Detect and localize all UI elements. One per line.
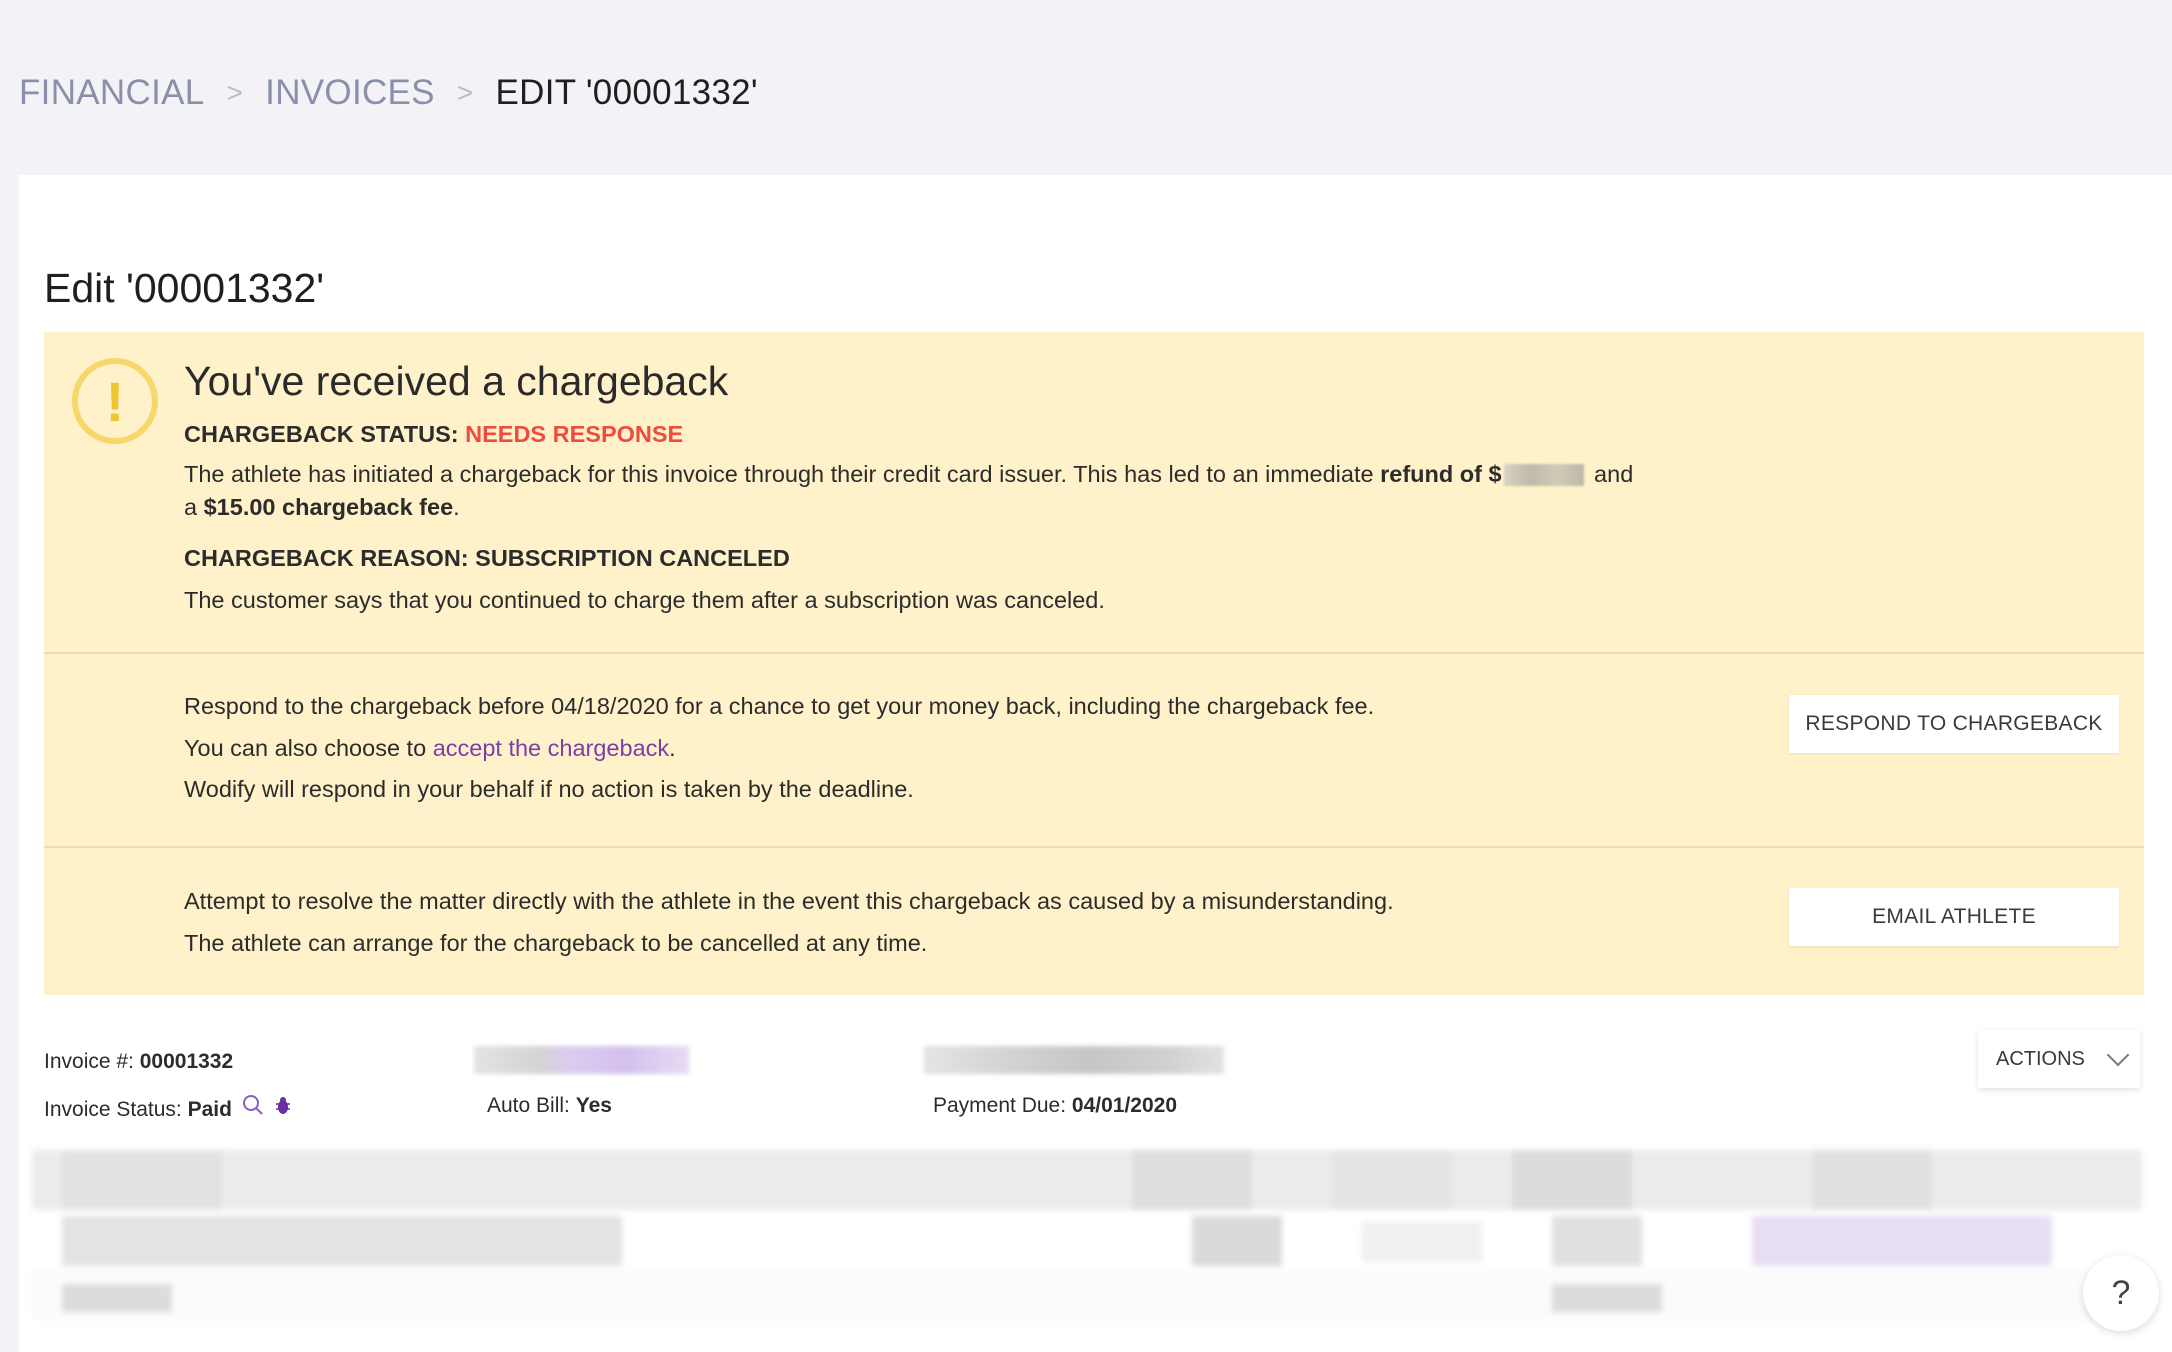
breadcrumb-separator-icon: >: [226, 77, 244, 108]
redacted-line-items: [32, 1150, 2142, 1352]
chargeback-status: CHARGEBACK STATUS: NEEDS RESPONSE: [184, 418, 683, 451]
table-row: [32, 1210, 2142, 1270]
invoice-card: Edit '00001332' ! You've received a char…: [19, 175, 2172, 1352]
redacted-info: [924, 1046, 1224, 1074]
payment-due-value: 04/01/2020: [1071, 1094, 1178, 1117]
description-text: The athlete has initiated a chargeback f…: [184, 461, 1381, 487]
accept-line: You can also choose to accept the charge…: [184, 732, 676, 765]
breadcrumb-financial[interactable]: FINANCIAL: [19, 73, 205, 113]
accept-suffix: .: [669, 735, 676, 761]
invoice-number-label: Invoice #:: [44, 1050, 134, 1073]
auto-bill: Auto Bill: Yes: [487, 1094, 612, 1118]
bug-icon[interactable]: [273, 1097, 293, 1121]
table-header: [32, 1150, 2142, 1210]
email-section: Attempt to resolve the matter directly w…: [44, 848, 2144, 995]
warning-icon: !: [72, 358, 158, 444]
help-button[interactable]: ?: [2083, 1255, 2159, 1331]
breadcrumb-invoices[interactable]: INVOICES: [265, 73, 435, 113]
accept-chargeback-link[interactable]: accept the chargeback: [433, 735, 669, 761]
fee-suffix: .: [453, 494, 460, 520]
breadcrumb-current: EDIT '00001332': [495, 73, 758, 112]
actions-label: ACTIONS: [1996, 1047, 2085, 1070]
respond-deadline-text: Respond to the chargeback before 04/18/2…: [184, 693, 1375, 719]
cancel-anytime-text: The athlete can arrange for the chargeba…: [184, 930, 928, 956]
email-athlete-button[interactable]: EMAIL ATHLETE: [1789, 888, 2119, 946]
auto-bill-value: Yes: [575, 1094, 612, 1117]
respond-to-chargeback-button[interactable]: RESPOND TO CHARGEBACK: [1789, 695, 2119, 753]
invoice-status-label: Invoice Status:: [44, 1098, 182, 1121]
invoice-number-value: 00001332: [139, 1050, 234, 1073]
refund-label: refund of $: [1380, 461, 1502, 487]
fee-prefix: a: [184, 494, 204, 520]
chargeback-summary: ! You've received a chargeback CHARGEBAC…: [44, 332, 2144, 654]
status-badge: NEEDS RESPONSE: [465, 421, 684, 447]
description-and: and: [1587, 461, 1634, 487]
page-title: Edit '00001332': [44, 265, 325, 311]
chevron-down-icon: [2106, 1043, 2130, 1067]
resolve-text: Attempt to resolve the matter directly w…: [184, 888, 1394, 914]
chargeback-description: The athlete has initiated a chargeback f…: [184, 458, 1633, 491]
invoice-status: Invoice Status: Paid: [44, 1094, 293, 1122]
actions-dropdown[interactable]: ACTIONS: [1978, 1030, 2140, 1088]
alert-heading: You've received a chargeback: [184, 358, 729, 404]
chargeback-reason: CHARGEBACK REASON: SUBSCRIPTION CANCELED: [184, 545, 790, 571]
table-row: [32, 1270, 2142, 1320]
invoice-number: Invoice #: 00001332: [44, 1050, 233, 1074]
chargeback-alert: ! You've received a chargeback CHARGEBAC…: [44, 332, 2144, 995]
redacted-amount: [1503, 464, 1584, 486]
search-icon[interactable]: [236, 1095, 269, 1121]
invoice-status-value: Paid: [187, 1098, 232, 1121]
chargeback-fee-line: a $15.00 chargeback fee.: [184, 491, 460, 524]
accept-prefix: You can also choose to: [184, 735, 433, 761]
chargeback-reason-text: The customer says that you continued to …: [184, 587, 1105, 613]
redacted-athlete: [474, 1046, 689, 1074]
auto-bill-label: Auto Bill:: [487, 1094, 570, 1117]
breadcrumb: FINANCIAL > INVOICES > EDIT '00001332': [19, 68, 758, 118]
breadcrumb-separator-icon: >: [456, 77, 474, 108]
chargeback-fee: $15.00 chargeback fee: [203, 494, 454, 520]
respond-section: Respond to the chargeback before 04/18/2…: [44, 654, 2144, 848]
auto-respond-text: Wodify will respond in your behalf if no…: [184, 776, 914, 802]
payment-due-label: Payment Due:: [933, 1094, 1067, 1117]
status-label: CHARGEBACK STATUS:: [184, 421, 459, 447]
payment-due: Payment Due: 04/01/2020: [933, 1094, 1177, 1118]
